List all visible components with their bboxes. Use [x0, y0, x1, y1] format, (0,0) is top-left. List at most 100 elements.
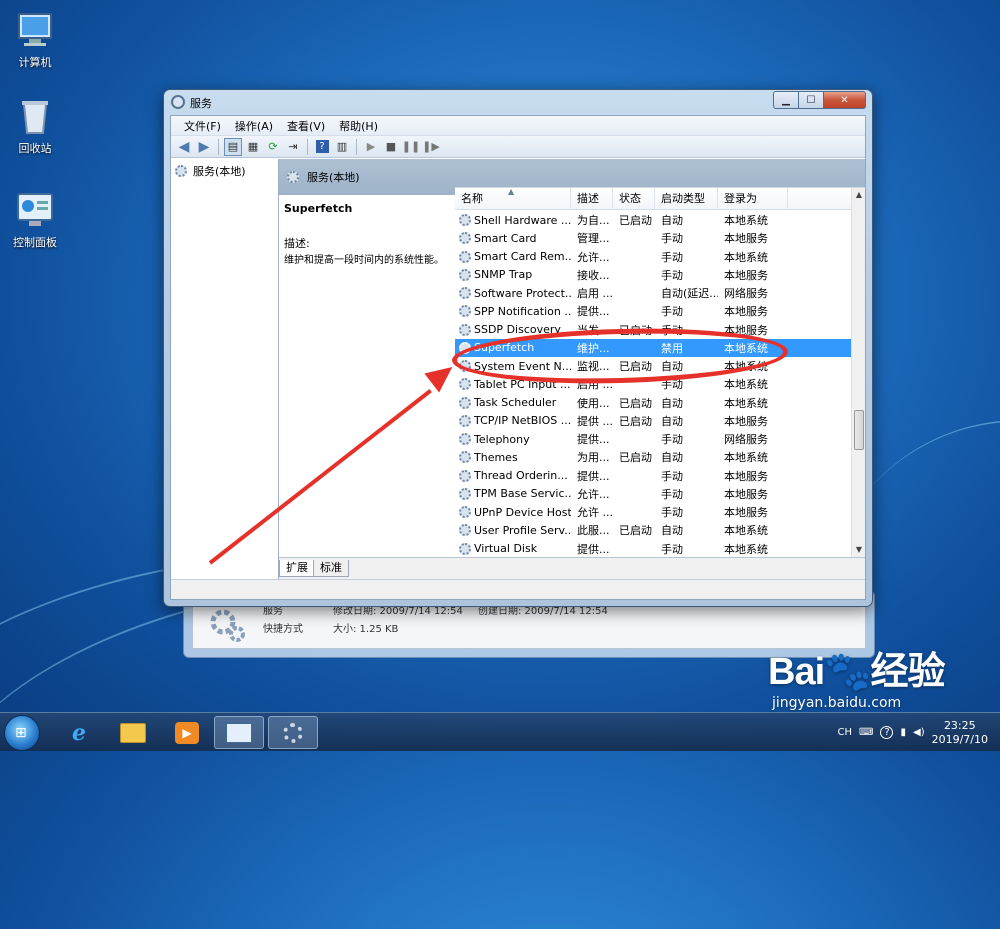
table-row[interactable]: SNMP Trap 接收... 手动 本地服务 — [455, 266, 851, 284]
restart-service-button[interactable]: ❚▶ — [422, 138, 440, 156]
refresh-button[interactable]: ⟳ — [264, 138, 282, 156]
stop-icon: ■ — [385, 140, 397, 153]
service-gear-icon — [459, 396, 471, 409]
cell-logon: 网络服务 — [724, 287, 768, 301]
table-row[interactable]: User Profile Serv... 此服... 已启动 自动 本地系统 — [455, 521, 851, 539]
cell-name: TPM Base Servic... — [455, 487, 571, 500]
service-gear-icon — [459, 250, 471, 263]
view-tabs: 扩展 标准 — [279, 557, 865, 579]
folder-icon — [120, 722, 146, 743]
help-button[interactable]: ? — [313, 138, 331, 156]
start-service-button[interactable]: ▶ — [362, 138, 380, 156]
desktop-icon-label: 计算机 — [18, 56, 52, 69]
table-row[interactable]: SPP Notification ... 提供... 手动 本地服务 — [455, 302, 851, 320]
cell-logon: 本地服务 — [724, 305, 768, 319]
back-arrow-icon: ◀ — [178, 138, 190, 155]
stop-service-button[interactable]: ■ — [382, 138, 400, 156]
show-console-tree-button[interactable]: ▤ — [224, 137, 242, 156]
menu-action[interactable]: 操作(A) — [228, 118, 280, 134]
forward-button[interactable]: ▶ — [195, 138, 213, 156]
back-button[interactable]: ◀ — [175, 138, 193, 156]
table-row[interactable]: Themes 为用... 已启动 自动 本地系统 — [455, 448, 851, 466]
column-header-description[interactable]: 描述 — [571, 188, 613, 210]
cell-name: SPP Notification ... — [455, 305, 571, 318]
tab-extended[interactable]: 扩展 — [279, 560, 315, 577]
refresh-icon: ⟳ — [268, 140, 278, 153]
export-list-button[interactable]: ⇥ — [284, 138, 302, 156]
tree-item-services-local[interactable]: 服务(本地) — [175, 163, 246, 179]
table-row[interactable]: UPnP Device Host 允许 ... 手动 本地服务 — [455, 503, 851, 521]
service-gear-icon — [459, 268, 471, 281]
cell-name: Thread Orderin... — [455, 469, 571, 482]
service-gear-icon — [459, 232, 471, 245]
table-row[interactable]: Telephony 提供... 手动 网络服务 — [455, 430, 851, 448]
table-row[interactable]: Task Scheduler 使用... 已启动 自动 本地系统 — [455, 394, 851, 412]
gear-icon — [283, 722, 303, 743]
start-button[interactable]: ⊞ — [4, 715, 40, 751]
table-row[interactable]: TPM Base Servic... 允许... 手动 本地服务 — [455, 485, 851, 503]
column-header-status[interactable]: 状态 — [613, 188, 655, 210]
taskbar-app-ie[interactable]: e — [54, 716, 104, 749]
menu-help[interactable]: 帮助(H) — [332, 118, 385, 134]
table-row[interactable]: Smart Card Rem... 允许... 手动 本地系统 — [455, 248, 851, 266]
action-pane-button[interactable]: ▥ — [333, 138, 351, 156]
scroll-thumb[interactable] — [854, 410, 864, 450]
cell-desc: 此服... — [577, 524, 610, 538]
pause-service-button[interactable]: ❚❚ — [402, 138, 420, 156]
list-header: ▲ 名称 描述 状态 启动类型 登录为 — [455, 187, 851, 210]
title-bar[interactable]: 服务 ▁ ☐ ✕ — [164, 90, 872, 114]
vertical-scrollbar[interactable]: ▲ ▼ — [851, 188, 865, 557]
column-header-name[interactable]: ▲ 名称 — [455, 187, 571, 210]
control-panel-icon — [15, 190, 55, 230]
cell-state: 已启动 — [619, 414, 652, 428]
cell-start: 自动 — [661, 524, 683, 538]
cell-logon: 本地服务 — [724, 414, 768, 428]
ime-icon[interactable]: ⌨ — [859, 727, 873, 738]
scroll-up-icon[interactable]: ▲ — [852, 188, 866, 202]
maximize-button[interactable]: ☐ — [799, 91, 824, 109]
taskbar-app-control-panel[interactable] — [214, 716, 264, 749]
toolbar-separator — [356, 138, 357, 155]
gear-icon — [287, 171, 299, 183]
menu-file[interactable]: 文件(F) — [177, 118, 228, 134]
taskbar-app-explorer[interactable] — [108, 716, 158, 749]
cell-desc: 为用... — [577, 451, 610, 465]
console-tree[interactable]: 服务(本地) — [171, 159, 279, 579]
cell-start: 自动 — [661, 396, 683, 410]
menu-view[interactable]: 查看(V) — [280, 118, 332, 134]
description-pane: Superfetch 描述: 维护和提高一段时间内的系统性能。 — [279, 196, 451, 557]
recycle-bin-icon — [15, 96, 55, 136]
description-label: 描述: — [284, 237, 310, 250]
volume-icon[interactable]: ◀) — [913, 727, 925, 738]
tab-standard[interactable]: 标准 — [313, 560, 349, 577]
scroll-down-icon[interactable]: ▼ — [852, 543, 866, 557]
taskbar-app-services[interactable] — [268, 716, 318, 749]
cell-name: Telephony — [455, 433, 571, 446]
table-row[interactable]: Smart Card 管理... 手动 本地服务 — [455, 229, 851, 247]
taskbar: ⊞ e ▶ CH ⌨ ? ▮ ◀) 23:25 2019/7/10 — [0, 712, 1000, 751]
clock[interactable]: 23:25 2019/7/10 — [932, 719, 988, 747]
help-icon: ? — [315, 140, 329, 153]
table-row[interactable]: TCP/IP NetBIOS ... 提供 ... 已启动 自动 本地服务 — [455, 412, 851, 430]
cell-desc: 提供... — [577, 469, 610, 483]
taskbar-app-media-player[interactable]: ▶ — [162, 716, 212, 749]
cell-name: SNMP Trap — [455, 268, 571, 281]
column-header-log-on-as[interactable]: 登录为 — [718, 188, 788, 210]
table-row[interactable]: Thread Orderin... 提供... 手动 本地服务 — [455, 467, 851, 485]
close-button[interactable]: ✕ — [824, 91, 866, 109]
desktop-icon-recycle-bin[interactable]: 回收站 — [0, 96, 70, 156]
properties-button[interactable]: ▦ — [244, 138, 262, 156]
paw-icon: 🐾 — [824, 651, 871, 693]
network-icon[interactable]: ▮ — [900, 727, 906, 738]
table-row[interactable]: Software Protect... 启用 ... 自动(延迟... 网络服务 — [455, 284, 851, 302]
minimize-button[interactable]: ▁ — [773, 91, 799, 109]
desktop-icon-control-panel[interactable]: 控制面板 — [0, 190, 70, 250]
table-row[interactable]: Virtual Disk 提供... 手动 本地系统 — [455, 540, 851, 558]
service-gear-icon — [459, 287, 471, 300]
language-indicator[interactable]: CH — [838, 727, 853, 738]
desktop-icon-computer[interactable]: 计算机 — [0, 10, 70, 70]
cell-start: 自动 — [661, 214, 683, 228]
column-header-startup-type[interactable]: 启动类型 — [655, 188, 718, 210]
help-icon[interactable]: ? — [880, 726, 894, 739]
table-row[interactable]: Shell Hardware ... 为自... 已启动 自动 本地系统 — [455, 211, 851, 229]
